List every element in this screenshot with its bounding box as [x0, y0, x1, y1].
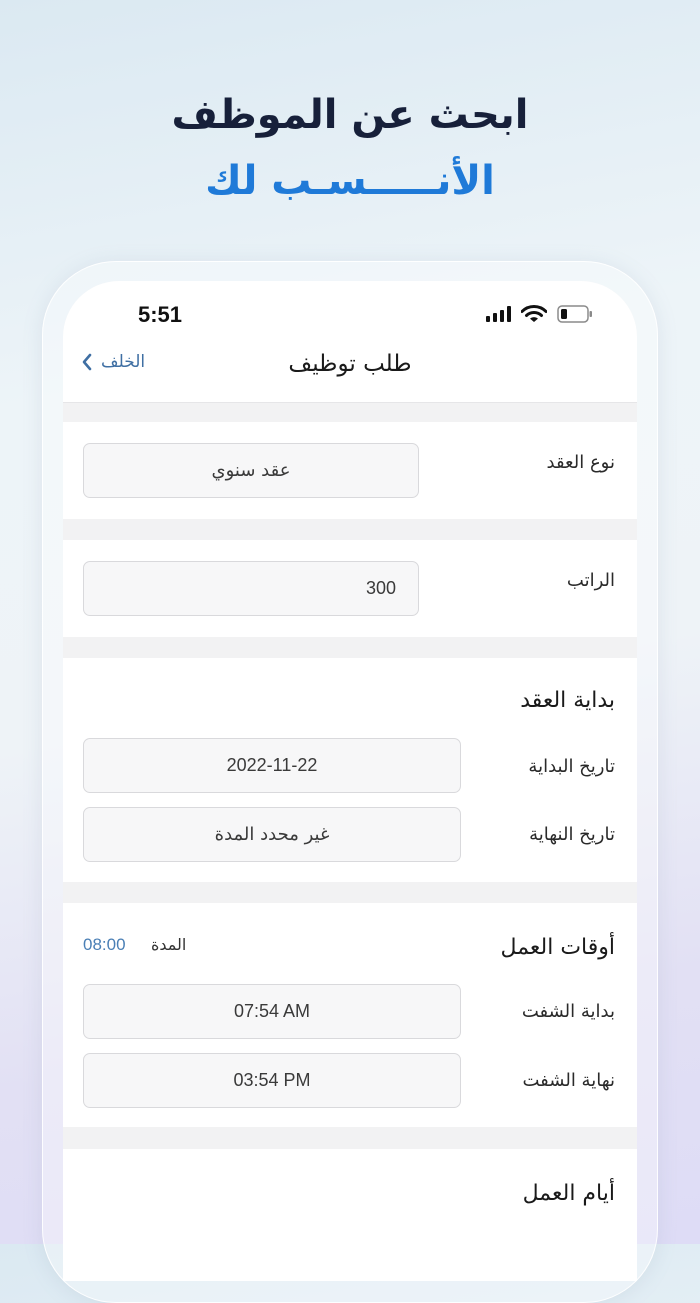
contract-type-section: نوع العقد عقد سنوي — [63, 422, 637, 519]
salary-label: الراتب — [566, 570, 615, 591]
status-time: 5:51 — [138, 302, 183, 327]
working-days-section: أيام العمل — [63, 1149, 637, 1281]
contract-type-select[interactable]: عقد سنوي — [83, 443, 419, 498]
shift-start-field[interactable]: 07:54 AM — [83, 984, 461, 1039]
salary-section: الراتب 300 — [63, 540, 637, 637]
duration-label: المدة — [151, 935, 187, 954]
wifi-icon — [521, 305, 547, 322]
status-icons — [486, 305, 593, 323]
end-date-field[interactable]: غير محدد المدة — [83, 807, 461, 862]
promo-title-line2: الأنـــــسـب لك — [205, 158, 495, 204]
working-hours-section: أوقات العمل المدة 08:00 بداية الشفت 07:5… — [63, 903, 637, 1127]
shift-start-label: بداية الشفت — [521, 1001, 615, 1022]
shift-end-label: نهاية الشفت — [522, 1070, 616, 1091]
contract-type-label: نوع العقد — [546, 452, 616, 473]
contract-start-title: بداية العقد — [520, 688, 615, 713]
start-date-label: تاريخ البداية — [528, 756, 615, 777]
start-date-field[interactable]: 2022-11-22 — [83, 738, 461, 793]
working-hours-title: أوقات العمل — [500, 935, 615, 960]
duration-value: 08:00 — [83, 935, 126, 954]
shift-end-field[interactable]: 03:54 PM — [83, 1053, 461, 1108]
header: 5:51 الخلف طلب توظيف — [63, 281, 637, 403]
battery-icon — [557, 305, 592, 323]
signal-icon — [486, 306, 511, 322]
working-days-title: أيام العمل — [522, 1181, 615, 1206]
promo-title-line1: ابحث عن الموظف — [171, 92, 529, 138]
page-title: طلب توظيف — [288, 351, 412, 377]
salary-input[interactable]: 300 — [83, 561, 419, 616]
contract-start-section: بداية العقد تاريخ البداية 2022-11-22 تار… — [63, 658, 637, 882]
phone-screen: 5:51 الخلف طلب توظيف نوع العقد عقد سنوي … — [63, 281, 637, 1281]
end-date-label: تاريخ النهاية — [529, 824, 615, 845]
